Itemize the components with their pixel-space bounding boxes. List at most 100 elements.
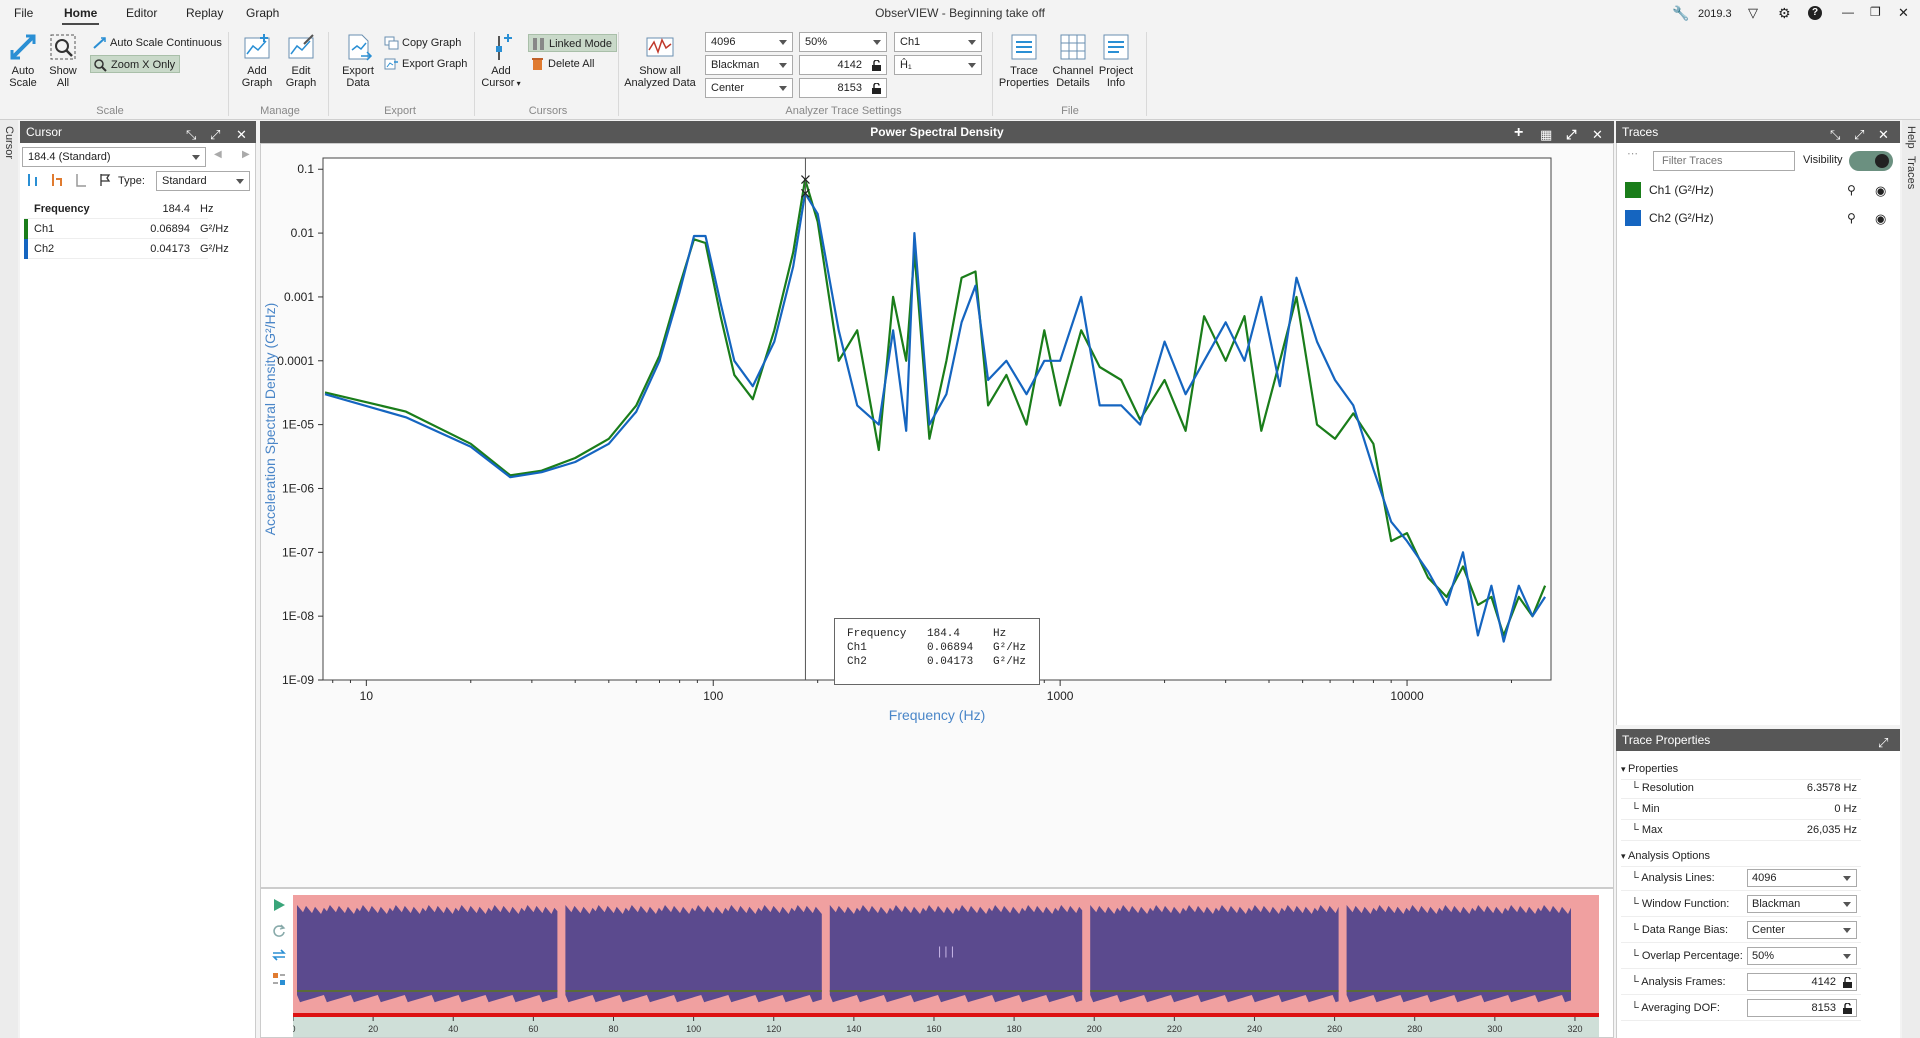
- filter-icon[interactable]: ▽: [1748, 5, 1758, 21]
- minimize-icon[interactable]: —: [1842, 5, 1854, 19]
- x-axis-label: Frequency (Hz): [889, 707, 985, 723]
- auto-scale-icon: [10, 34, 36, 60]
- prop-analysis-lines-select[interactable]: 4096: [1747, 869, 1857, 887]
- drag-handle-icon[interactable]: ⋯: [1627, 147, 1638, 160]
- flag-icon[interactable]: [98, 173, 112, 187]
- visibility-toggle[interactable]: [1849, 151, 1893, 171]
- timeline-chart[interactable]: | | | 0 20 40 60 80 100 120 140 160 180 200 220 240 26…: [293, 895, 1613, 1037]
- prop-min: └ Min 0 Hz: [1621, 799, 1861, 820]
- trace-properties-button[interactable]: Trace Properties: [998, 32, 1050, 89]
- ch1-color-swatch[interactable]: [1625, 182, 1641, 198]
- menu-tab-home[interactable]: Home: [61, 6, 100, 25]
- filter-traces-input[interactable]: [1653, 151, 1795, 171]
- channel-select[interactable]: Ch1: [894, 32, 982, 52]
- sync-icon[interactable]: [271, 947, 287, 963]
- menu-tab-file[interactable]: File: [14, 6, 33, 20]
- analysis-lines-select[interactable]: 4096: [705, 32, 793, 52]
- zoom-x-only-toggle[interactable]: Zoom X Only: [90, 55, 181, 73]
- group-label-analyzer: Analyzer Trace Settings: [785, 105, 902, 117]
- estimator-select[interactable]: Ĥ₁: [894, 55, 982, 75]
- analysis-frames-input[interactable]: 4142: [799, 55, 887, 75]
- trace-item-ch1[interactable]: Ch1 (G²/Hz) ⚲ ◉: [1617, 179, 1886, 202]
- auto-scale-continuous-button[interactable]: Auto Scale Continuous: [90, 34, 222, 52]
- cursor-tooltip: Frequency 184.4 Hz Ch1 0.06894 G²/Hz Ch2 0.04…: [834, 618, 1040, 685]
- window-function-select[interactable]: Blackman: [705, 55, 793, 75]
- zoom-icon: [94, 59, 107, 72]
- trash-icon: [532, 58, 543, 70]
- ribbon: Auto Scale Show All Auto Scale Continuou…: [0, 26, 1920, 120]
- gear-icon[interactable]: ⚙: [1778, 5, 1791, 22]
- cursor-style-2-icon[interactable]: [50, 173, 64, 187]
- y-axis-label: Acceleration Spectral Density (G²/Hz): [262, 303, 278, 536]
- menu-tab-editor[interactable]: Editor: [126, 6, 157, 20]
- export-data-button[interactable]: Export Data: [338, 32, 378, 89]
- tooltip-row-frequency: Frequency 184.4 Hz: [847, 628, 1007, 640]
- edit-graph-button[interactable]: Edit Graph: [282, 32, 320, 89]
- menu-tab-graph[interactable]: Graph: [246, 6, 279, 20]
- x-tick-label: 10: [360, 689, 374, 703]
- cursor-style-1-icon[interactable]: [26, 173, 40, 187]
- delete-all-cursors-button[interactable]: Delete All: [528, 55, 594, 73]
- play-icon[interactable]: [271, 897, 287, 913]
- swap-icon[interactable]: [271, 971, 287, 987]
- timeline-tick-label: 40: [448, 1024, 458, 1034]
- cursor-type-select[interactable]: Standard: [156, 171, 250, 191]
- export-graph-icon: [384, 58, 398, 70]
- traces-dock-tab[interactable]: Traces: [1905, 156, 1917, 189]
- linked-mode-toggle[interactable]: Linked Mode: [528, 34, 617, 52]
- zoom-to-trace-icon[interactable]: ⚲: [1847, 179, 1856, 202]
- trace-item-ch2[interactable]: Ch2 (G²/Hz) ⚲ ◉: [1617, 207, 1886, 230]
- show-all-button[interactable]: Show All: [46, 32, 80, 89]
- prop-window-function-select[interactable]: Blackman: [1747, 895, 1857, 913]
- wrench-icon[interactable]: 🔧: [1672, 5, 1689, 22]
- section-analysis-options[interactable]: ▾ Analysis Options: [1621, 846, 1861, 867]
- eye-icon[interactable]: ◉: [1875, 207, 1886, 230]
- prop-overlap-select[interactable]: 50%: [1747, 947, 1857, 965]
- add-graph-icon: [244, 34, 270, 59]
- overlap-percentage-select[interactable]: 50%: [799, 32, 887, 52]
- ch2-color-swatch[interactable]: [1625, 210, 1641, 226]
- add-icon[interactable]: +: [1514, 122, 1523, 144]
- export-graph-button[interactable]: Export Graph: [382, 55, 467, 73]
- eye-icon[interactable]: ◉: [1875, 179, 1886, 202]
- copy-graph-button[interactable]: Copy Graph: [382, 34, 461, 52]
- channel-details-button[interactable]: Channel Details: [1050, 32, 1096, 89]
- cursor-dock-tab[interactable]: Cursor: [3, 126, 15, 159]
- psd-chart[interactable]: 0.1 0.01 0.001 0.0001 1E-05 1E-06 1E-07 1E-08 1E…: [261, 144, 1613, 887]
- refresh-icon[interactable]: [271, 923, 287, 939]
- data-range-bias-select[interactable]: Center: [705, 78, 793, 98]
- menu-tab-replay[interactable]: Replay: [186, 6, 223, 20]
- prop-analysis-frames-input[interactable]: 4142: [1747, 973, 1857, 991]
- cursor-select[interactable]: 184.4 (Standard): [22, 147, 206, 167]
- next-cursor-icon[interactable]: ▶: [242, 149, 250, 160]
- averaging-dof-input[interactable]: 8153: [799, 78, 887, 98]
- close-window-icon[interactable]: ✕: [1898, 5, 1909, 21]
- add-graph-button[interactable]: Add Graph: [238, 32, 276, 89]
- tooltip-row-ch1: Ch1 0.06894 G²/Hz: [847, 642, 1027, 654]
- cursor-panel: 184.4 (Standard) ◀ ▶ Type: Standard Freq…: [20, 143, 256, 1038]
- auto-scale-button[interactable]: Auto Scale: [6, 32, 40, 89]
- prop-averaging-dof-input[interactable]: 8153: [1747, 999, 1857, 1017]
- help-dock-tab[interactable]: Help: [1905, 126, 1917, 149]
- timeline-tick-label: 260: [1327, 1024, 1342, 1034]
- help-icon[interactable]: ?: [1808, 6, 1822, 20]
- group-label-cursors: Cursors: [528, 105, 568, 117]
- previous-cursor-icon[interactable]: ◀: [214, 149, 222, 160]
- right-dock-strip: Help Traces: [1902, 120, 1920, 1038]
- restore-icon[interactable]: ❐: [1870, 5, 1881, 19]
- section-properties[interactable]: ▾ Properties: [1621, 759, 1861, 780]
- graph-title: Power Spectral Density: [870, 125, 1004, 139]
- plot-area: [322, 157, 1552, 681]
- add-cursor-button[interactable]: Add Cursor ▾: [480, 32, 522, 90]
- prop-data-range-bias-select[interactable]: Center: [1747, 921, 1857, 939]
- show-all-analyzed-button[interactable]: Show all Analyzed Data: [624, 32, 696, 89]
- project-info-button[interactable]: Project Info: [1096, 32, 1136, 89]
- zoom-to-trace-icon[interactable]: ⚲: [1847, 207, 1856, 230]
- timeline-tick-label: 60: [528, 1024, 538, 1034]
- cursor-style-3-icon[interactable]: [74, 173, 88, 187]
- ch1-swatch: [24, 219, 28, 239]
- y-tick-label: 1E-05: [282, 418, 314, 432]
- ribbon-separator: [618, 32, 619, 116]
- y-tick-label: 0.0001: [277, 354, 314, 368]
- y-tick-label: 1E-08: [282, 609, 314, 623]
